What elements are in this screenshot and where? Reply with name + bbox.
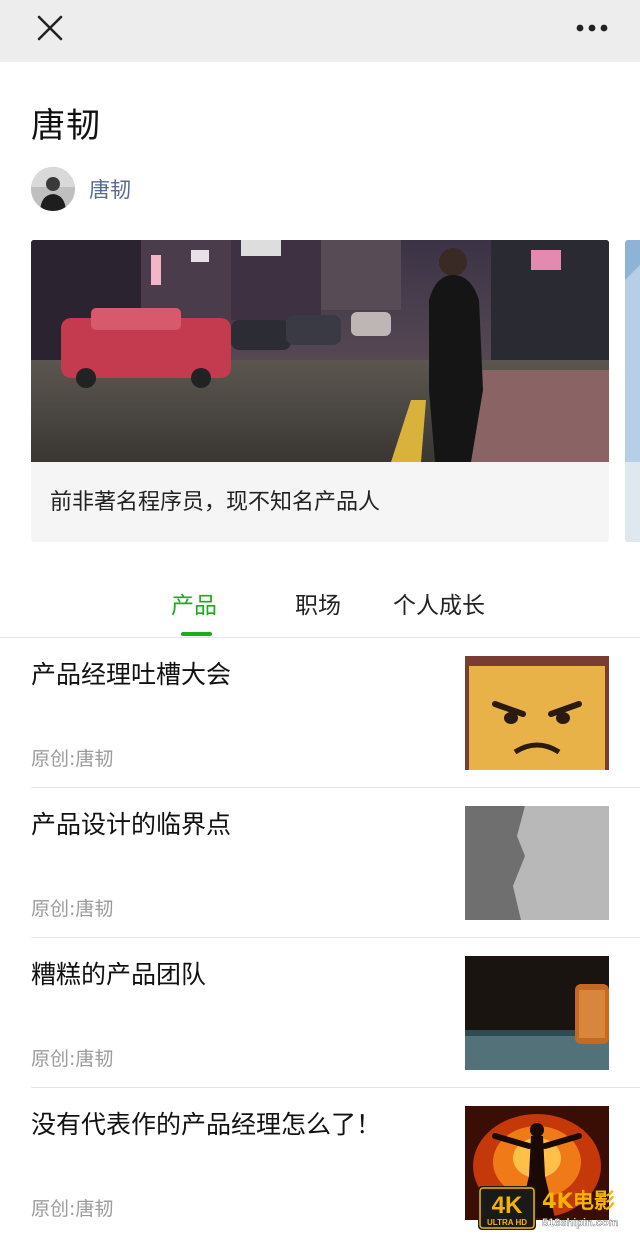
article-thumbnail <box>465 956 609 1070</box>
article-meta: 原创:唐韧 <box>31 1048 114 1070</box>
watermark: 4K ULTRA HD 4K电影 518shipin.com <box>478 1186 638 1232</box>
next-card-image <box>625 240 640 462</box>
profile-photo <box>31 240 609 462</box>
category-tabs: 产品 职场 个人成长 <box>0 578 640 638</box>
page-title: 唐韧 <box>31 106 101 146</box>
list-item[interactable]: 糟糕的产品团队 原创:唐韧 <box>31 938 640 1088</box>
top-bar <box>0 0 640 62</box>
article-meta: 原创:唐韧 <box>31 748 114 770</box>
watermark-brand: 4K电影 <box>542 1189 615 1213</box>
article-title: 糟糕的产品团队 <box>31 960 207 989</box>
list-item[interactable]: 产品经理吐槽大会 原创:唐韧 <box>31 638 640 788</box>
avatar[interactable] <box>31 167 75 211</box>
watermark-site: 518shipin.com <box>542 1217 619 1229</box>
more-options-button[interactable] <box>572 14 612 42</box>
article-meta: 原创:唐韧 <box>31 1198 114 1220</box>
watermark-badge-top: 4K <box>492 1192 523 1219</box>
active-tab-indicator <box>181 632 212 636</box>
next-card-peek[interactable] <box>625 240 640 542</box>
article-list: 产品经理吐槽大会 原创:唐韧 产品设计的临界点 原创:唐韧 糟糕的产品团队 原创… <box>31 638 640 1234</box>
article-thumbnail <box>465 656 609 770</box>
author-name[interactable]: 唐韧 <box>89 174 131 204</box>
author-row[interactable]: 唐韧 <box>31 166 131 212</box>
tab-workplace[interactable]: 职场 <box>295 586 341 620</box>
article-meta: 原创:唐韧 <box>31 898 114 920</box>
close-icon <box>37 15 63 41</box>
close-button[interactable] <box>30 8 70 48</box>
watermark-badge-bottom: ULTRA HD <box>487 1218 527 1227</box>
tab-product[interactable]: 产品 <box>171 586 217 620</box>
article-title: 没有代表作的产品经理怎么了！ <box>31 1110 382 1139</box>
profile-card[interactable]: 前非著名程序员，现不知名产品人 <box>31 240 609 542</box>
article-title: 产品经理吐槽大会 <box>31 660 232 689</box>
list-item[interactable]: 产品设计的临界点 原创:唐韧 <box>31 788 640 938</box>
tab-personal-growth[interactable]: 个人成长 <box>393 586 485 620</box>
profile-caption: 前非著名程序员，现不知名产品人 <box>50 490 381 515</box>
article-thumbnail <box>465 806 609 920</box>
article-title: 产品设计的临界点 <box>31 810 232 839</box>
more-horizontal-icon <box>576 24 608 32</box>
